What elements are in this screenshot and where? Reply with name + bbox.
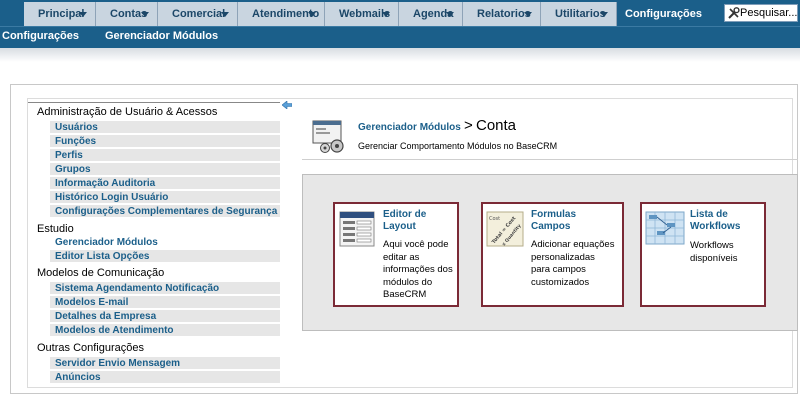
sidebar-item-config-seguranca[interactable]: Configurações Complementares de Seguranç… xyxy=(50,205,280,218)
header-shadow xyxy=(0,48,800,62)
nav-tab-principal[interactable]: Principal xyxy=(24,2,96,26)
nav-tab-label: Utilitarios xyxy=(555,8,606,20)
sidebar-item-funcoes[interactable]: Funções xyxy=(50,135,280,148)
sidebar-item-grupos[interactable]: Grupos xyxy=(50,163,280,176)
page-description: Gerenciar Comportamento Módulos no BaseC… xyxy=(358,141,558,151)
layout-editor-icon xyxy=(339,211,375,247)
nav-tab-label: Comercial xyxy=(172,8,226,20)
tile-lista-workflows[interactable]: Lista de Workflows Workflows disponíveis xyxy=(640,202,766,307)
tile-description: Workflows disponíveis xyxy=(690,240,738,264)
chevron-down-icon xyxy=(524,12,532,17)
formula-icon-text: Cost xyxy=(489,216,500,222)
sidebar-section-title: Outras Configurações xyxy=(28,339,280,357)
sidebar-item-historico-login[interactable]: Histórico Login Usuário xyxy=(50,191,280,204)
sidebar-item-servidor-envio[interactable]: Servidor Envio Mensagem xyxy=(50,357,280,370)
search-input[interactable] xyxy=(740,5,797,21)
subnav-configuracoes[interactable]: Configurações xyxy=(2,30,79,42)
sidebar-item-anuncios[interactable]: Anúncios xyxy=(50,371,280,384)
nav-tab-label: Configurações xyxy=(625,8,703,20)
sidebar-item-sistema-agendamento[interactable]: Sistema Agendamento Notificação xyxy=(50,282,280,295)
nav-tab-relatorios[interactable]: Relatorios xyxy=(463,2,541,26)
tile-formulas-campos[interactable]: Cost Total = Cost x Quantity Formulas Ca… xyxy=(481,202,624,307)
sidebar-item-modelos-email[interactable]: Modelos E-mail xyxy=(50,296,280,309)
tools-icon[interactable] xyxy=(728,7,740,19)
chevron-down-icon xyxy=(141,12,149,17)
tile-title[interactable]: Editor de Layout xyxy=(383,209,426,233)
breadcrumb-link-gerenciador-modulos[interactable]: Gerenciador Módulos xyxy=(358,122,461,133)
sub-navigation-bar: Configurações Gerenciador Módulos xyxy=(0,26,800,48)
nav-tab-atendimento[interactable]: Atendimento xyxy=(238,2,325,26)
tile-description: Adicionar equações personalizadas para c… xyxy=(531,239,615,288)
sidebar-section-title: Administração de Usuário & Acessos xyxy=(28,102,280,120)
nav-tab-webmails[interactable]: Webmails xyxy=(325,2,399,26)
sidebar-item-perfis[interactable]: Perfis xyxy=(50,149,280,162)
nav-tab-label: Principal xyxy=(38,8,85,20)
chevron-down-icon xyxy=(446,12,454,17)
nav-tab-contas[interactable]: Contas xyxy=(96,2,158,26)
tile-title[interactable]: Formulas Campos xyxy=(531,209,576,233)
nav-tab-configuracoes[interactable]: Configurações xyxy=(617,2,717,26)
module-manager-icon xyxy=(312,120,344,153)
sidebar-item-detalhes-empresa[interactable]: Detalhes da Empresa xyxy=(50,310,280,323)
tile-title[interactable]: Lista de Workflows xyxy=(690,209,740,233)
chevron-down-icon xyxy=(382,12,390,17)
sidebar-item-informacao-auditoria[interactable]: Informação Auditoria xyxy=(50,177,280,190)
chevron-down-icon xyxy=(600,12,608,17)
tile-editor-layout[interactable]: Editor de Layout Aqui você pode editar a… xyxy=(333,202,459,307)
sidebar-section-title: Modelos de Comunicação xyxy=(28,264,280,282)
top-navigation-bar: Principal Contas Comercial Atendimento W… xyxy=(0,0,800,26)
sidebar-item-usuarios[interactable]: Usuários xyxy=(50,121,280,134)
formula-icon: Cost Total = Cost x Quantity xyxy=(486,211,524,247)
workflow-icon xyxy=(645,211,685,245)
chevron-down-icon xyxy=(221,12,229,17)
search-box xyxy=(724,4,798,22)
sidebar-item-gerenciador-modulos[interactable]: Gerenciador Módulos xyxy=(50,236,280,249)
chevron-down-icon xyxy=(308,12,316,17)
nav-tab-comercial[interactable]: Comercial xyxy=(158,2,238,26)
nav-tab-label: Relatorios xyxy=(477,8,531,20)
page-title: Conta xyxy=(476,117,517,134)
tile-description: Aqui você pode editar as informações dos… xyxy=(383,239,453,300)
nav-tab-agenda[interactable]: Agenda xyxy=(399,2,463,26)
header-divider xyxy=(302,159,798,160)
chevron-down-icon xyxy=(79,12,87,17)
breadcrumb-separator: > xyxy=(464,117,473,134)
nav-tab-utilitarios[interactable]: Utilitarios xyxy=(541,2,617,26)
subnav-gerenciador-modulos[interactable]: Gerenciador Módulos xyxy=(105,30,218,42)
sidebar-item-editor-lista-opcoes[interactable]: Editor Lista Opções xyxy=(50,250,280,263)
collapse-sidebar-icon[interactable] xyxy=(282,101,292,109)
sidebar-item-modelos-atendimento[interactable]: Modelos de Atendimento xyxy=(50,324,280,337)
